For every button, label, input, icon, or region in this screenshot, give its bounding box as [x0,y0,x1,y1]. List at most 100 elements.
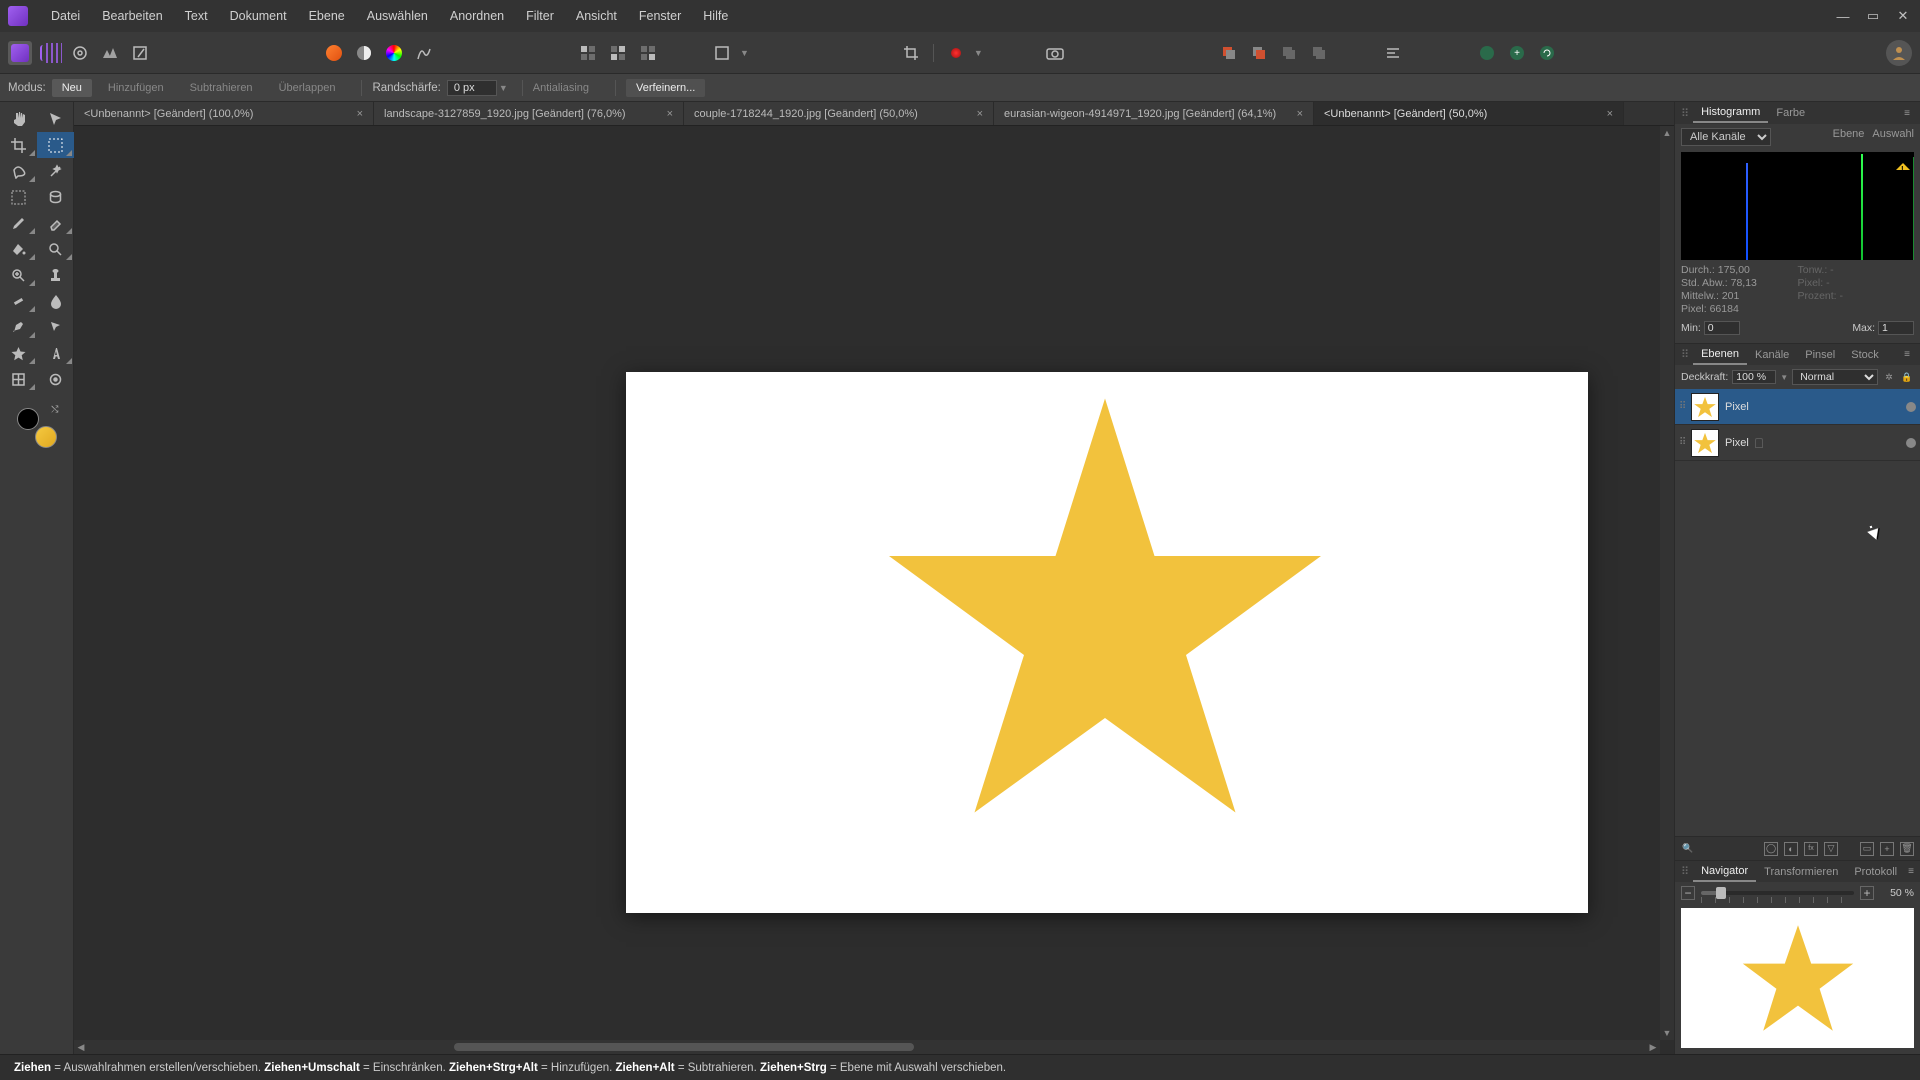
menu-help[interactable]: Hilfe [692,3,739,29]
scroll-left-icon[interactable]: ◀ [74,1040,88,1054]
document-tab[interactable]: eurasian-wigeon-4914971_1920.jpg [Geände… [994,102,1314,125]
grid-right-icon[interactable] [636,41,660,65]
foreground-color-swatch[interactable] [17,408,39,430]
autolevels-icon[interactable] [412,41,436,65]
layer-lock-icon[interactable]: 🔒 [1900,370,1914,384]
persona-photo-icon[interactable] [8,41,32,65]
menu-edit[interactable]: Bearbeiten [91,3,173,29]
fill-tool[interactable] [0,236,37,262]
panel-grip-icon[interactable]: ⠿ [1681,107,1689,120]
scrollbar-thumb[interactable] [454,1043,914,1051]
stamp-tool[interactable] [37,262,74,288]
sync-refresh-icon[interactable] [1535,41,1559,65]
panel-grip-icon[interactable]: ⠿ [1681,348,1689,361]
layer-name[interactable]: Pixel [1725,401,1749,413]
mesh-tool[interactable] [0,366,37,392]
menu-text[interactable]: Text [174,3,219,29]
fx-layer-icon[interactable]: fx [1804,842,1818,856]
visibility-toggle[interactable] [1906,438,1916,448]
feather-input[interactable] [447,80,497,96]
zoom-in-button[interactable]: + [1860,886,1874,900]
live-filter-icon[interactable]: ▽ [1824,842,1838,856]
brush-tool[interactable] [0,210,37,236]
close-icon[interactable]: × [655,108,673,120]
antialias-toggle[interactable]: Antialiasing [533,79,599,97]
grid-left-icon[interactable] [576,41,600,65]
document-canvas[interactable] [626,372,1588,913]
add-layer-icon[interactable]: + [1880,842,1894,856]
channel-select[interactable]: Alle Kanäle [1681,128,1771,146]
tab-histogram[interactable]: Histogramm [1693,103,1768,123]
chevron-down-icon[interactable]: ▼ [499,83,508,93]
min-input[interactable] [1704,321,1740,335]
align-icon[interactable] [1381,41,1405,65]
warning-icon[interactable] [1896,156,1910,170]
adjust-layer-icon[interactable]: ◐ [1784,842,1798,856]
menu-document[interactable]: Dokument [219,3,298,29]
arrange-front-icon[interactable] [1247,41,1271,65]
menu-select[interactable]: Auswählen [356,3,439,29]
close-icon[interactable]: × [1285,108,1303,120]
zoom-out-button[interactable]: − [1681,886,1695,900]
assistant-dropdown[interactable] [710,41,734,65]
swap-colors-icon[interactable]: ⤭ [51,404,58,415]
drag-handle-icon[interactable]: ⠿ [1679,401,1685,412]
tab-color[interactable]: Farbe [1768,104,1813,122]
autocontrast-icon[interactable] [352,41,376,65]
panel-menu-icon[interactable]: ≡ [1905,866,1918,877]
autocolor-icon[interactable] [322,41,346,65]
menu-file[interactable]: Datei [40,3,91,29]
hist-selection-button[interactable]: Auswahl [1872,128,1914,140]
close-icon[interactable]: × [965,108,983,120]
wand-tool[interactable] [37,158,74,184]
tab-stock[interactable]: Stock [1843,346,1887,364]
tab-navigator[interactable]: Navigator [1693,862,1756,882]
arrange-back-icon[interactable] [1217,41,1241,65]
mode-overlap-button[interactable]: Überlappen [269,79,346,97]
close-icon[interactable]: × [345,108,363,120]
minimize-button[interactable]: — [1834,7,1852,25]
lock-icon[interactable] [1755,438,1763,448]
menu-filter[interactable]: Filter [515,3,565,29]
selection-brush-tool[interactable] [0,184,37,210]
tab-channels[interactable]: Kanäle [1747,346,1797,364]
panel-menu-icon[interactable]: ≡ [1901,108,1914,119]
tab-transform[interactable]: Transformieren [1756,863,1846,881]
sync-green-icon[interactable] [1475,41,1499,65]
hist-layer-button[interactable]: Ebene [1833,128,1865,140]
move-tool[interactable] [37,106,74,132]
account-icon[interactable] [1886,40,1912,66]
mode-add-button[interactable]: Hinzufügen [98,79,174,97]
persona-liquify-icon[interactable] [38,41,62,65]
tab-brushes[interactable]: Pinsel [1797,346,1843,364]
shape-tool[interactable] [0,340,37,366]
document-tab[interactable]: landscape-3127859_1920.jpg [Geändert] (7… [374,102,684,125]
persona-export-icon[interactable] [128,41,152,65]
blur-tool[interactable] [37,288,74,314]
mode-new-button[interactable]: Neu [52,79,92,97]
crop-icon[interactable] [899,41,923,65]
chevron-down-icon[interactable]: ▼ [1780,373,1788,382]
eraser-tool[interactable] [37,210,74,236]
scroll-down-icon[interactable]: ▼ [1660,1026,1674,1040]
camera-icon[interactable] [1043,41,1067,65]
panel-grip-icon[interactable]: ⠿ [1681,865,1689,878]
sync-add-icon[interactable]: + [1505,41,1529,65]
layer-name[interactable]: Pixel [1725,437,1749,449]
background-color-swatch[interactable] [35,426,57,448]
close-button[interactable]: ✕ [1894,7,1912,25]
arrange-dim2-icon[interactable] [1307,41,1331,65]
mask-layer-icon[interactable]: ◯ [1764,842,1778,856]
text-tool[interactable] [37,340,74,366]
blend-mode-select[interactable]: Normal [1792,369,1878,385]
menu-arrange[interactable]: Anordnen [439,3,515,29]
eyedropper-tool[interactable] [37,366,74,392]
vertical-scrollbar[interactable]: ▲ ▼ [1660,126,1674,1040]
flood-select-tool[interactable] [37,184,74,210]
menu-layer[interactable]: Ebene [298,3,356,29]
layer-row-selected[interactable]: ⠿ Pixel [1675,389,1920,425]
layer-search-icon[interactable]: 🔍 [1681,842,1695,856]
max-input[interactable] [1878,321,1914,335]
grid-center-icon[interactable] [606,41,630,65]
heal-tool[interactable] [0,288,37,314]
